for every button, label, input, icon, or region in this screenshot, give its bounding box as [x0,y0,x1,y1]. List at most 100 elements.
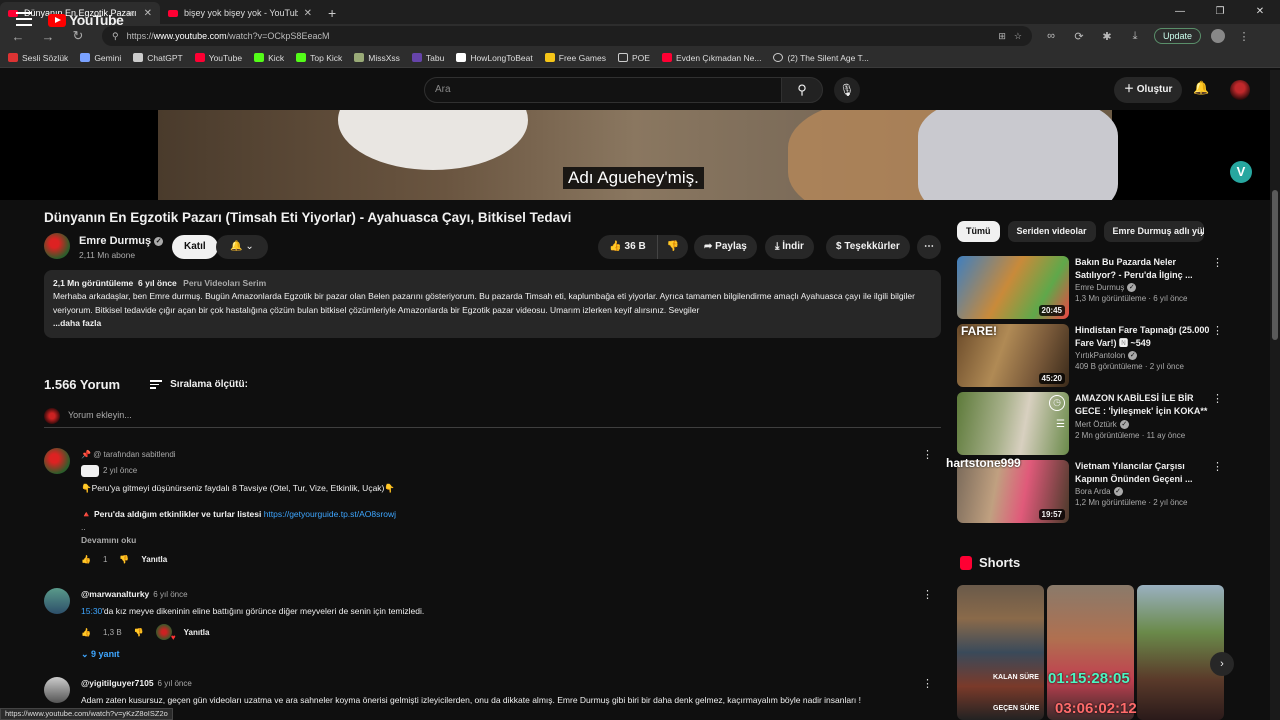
forward-icon[interactable]: → [38,29,58,44]
comment-menu-icon[interactable]: ⋮ [922,588,933,601]
recommended-video[interactable]: FARE! 45:20 Hindistan Fare Tapınağı (25.… [957,324,1227,388]
comment-menu-icon[interactable]: ⋮ [922,677,933,690]
sort-button[interactable]: Sıralama ölçütü: [150,378,248,391]
channel-name[interactable]: Emre Durmuş ✓ [1075,283,1210,292]
bookmark-item[interactable]: Sesli Sözlük [8,53,68,63]
chip-series[interactable]: Seriden videolar [1007,221,1096,242]
app-install-icon[interactable]: ⊞ [998,31,1006,42]
download-icon[interactable]: ⤓ [1126,30,1144,43]
comment-dislike-button[interactable]: 👎 [119,553,129,566]
recommended-video[interactable]: 20:45 Bakın Bu Pazarda Neler Satılıyor? … [957,256,1227,320]
channel-watermark-icon[interactable]: V [1230,161,1252,183]
star-icon[interactable]: ☆ [1014,31,1022,42]
comment-dislike-button[interactable]: 👎 [134,626,144,639]
short-thumbnail[interactable] [957,585,1044,720]
video-title[interactable]: Bakın Bu Pazarda Neler Satılıyor? - Peru… [1075,256,1210,281]
extension-glasses-icon[interactable]: ∞ [1042,30,1060,42]
minimize-icon[interactable]: — [1160,0,1200,24]
video-menu-icon[interactable]: ⋮ [1212,324,1223,337]
scrollbar-thumb[interactable] [1272,190,1278,340]
back-icon[interactable]: ← [8,29,28,44]
chevron-right-icon[interactable]: › [1200,226,1204,240]
microphone-icon[interactable]: 🎙 [834,77,860,103]
comment-author[interactable]: @marwanalturky [81,589,149,599]
video-thumbnail[interactable]: FARE! 45:20 [957,324,1069,387]
bookmark-item[interactable]: Tabu [411,53,444,63]
extension-puzzle-icon[interactable]: ✱ [1098,30,1116,43]
reply-button[interactable]: Yanıtla [141,553,167,566]
share-button[interactable]: ➦ Paylaş [694,235,757,259]
window-close-icon[interactable]: ✕ [1240,0,1280,24]
add-to-queue-icon[interactable]: ☰ [1056,419,1065,430]
avatar[interactable] [44,677,70,703]
channel-avatar[interactable] [44,233,70,259]
comment-like-button[interactable]: 👍 [81,626,91,639]
thanks-button[interactable]: $ Teşekkürler [826,235,910,259]
video-menu-icon[interactable]: ⋮ [1212,256,1223,269]
recommended-video[interactable]: ◷ ☰ AMAZON KABİLESİ İLE BİR GECE : 'İyil… [957,392,1227,456]
search-input[interactable]: Ara [424,77,782,103]
description-more[interactable]: ...daha fazla [53,317,932,330]
reply-button[interactable]: Yanıtla [184,626,210,639]
channel-name[interactable]: Mert Öztürk ✓ [1075,420,1210,429]
extension-refresh-icon[interactable]: ⟳ [1070,30,1088,43]
bookmark-item[interactable]: HowLongToBeat [456,53,533,63]
bookmark-item[interactable]: Kick [254,53,284,63]
dislike-button[interactable]: 👎 [658,235,688,259]
chip-all[interactable]: Tümü [957,221,1000,242]
maximize-icon[interactable]: ❐ [1200,0,1240,24]
video-thumbnail[interactable]: 20:45 [957,256,1069,319]
update-button[interactable]: Update [1154,28,1202,44]
timestamp-link[interactable]: 15:30 [81,606,102,616]
bookmark-item[interactable]: Evden Çıkmadan Ne... [661,53,761,63]
close-icon[interactable]: ✕ [144,8,152,19]
short-thumbnail[interactable] [1137,585,1224,720]
scrollbar[interactable] [1270,70,1280,720]
bookmark-item[interactable]: ChatGPT [133,53,183,63]
chip-channel[interactable]: Emre Durmuş adlı yük [1103,221,1204,242]
notifications-bell-icon[interactable]: 🔔 [1193,80,1209,96]
comment-like-button[interactable]: 👍 [81,553,91,566]
video-title[interactable]: AMAZON KABİLESİ İLE BİR GECE : 'İyileşme… [1075,392,1210,418]
more-actions-icon[interactable]: ⋯ [917,235,941,259]
browser-tab-2[interactable]: bişey yok bişey yok - YouTube ✕ [160,2,320,24]
profile-avatar[interactable] [1211,29,1226,43]
site-info-icon[interactable]: ⚲ [112,31,119,42]
channel-name[interactable]: Bora Arda ✓ [1075,487,1210,496]
watch-later-icon[interactable]: ◷ [1049,395,1065,411]
bookmark-item[interactable]: POE [618,53,650,63]
video-menu-icon[interactable]: ⋮ [1212,460,1223,473]
bookmark-item[interactable]: Gemini [80,53,121,63]
youtube-logo[interactable]: YouTube TR [48,12,134,28]
comment-author[interactable]: @yigitilguyer7105 [81,678,154,688]
download-button[interactable]: ⤓ İndir [765,235,814,259]
comment-menu-icon[interactable]: ⋮ [922,448,933,461]
like-button[interactable]: 👍 36 B [598,235,658,259]
join-button[interactable]: Katıl [172,235,218,259]
menu-dots-icon[interactable]: ⋮ [1235,30,1253,43]
close-icon[interactable]: ✕ [304,8,312,19]
view-replies-button[interactable]: ⌄ 9 yanıt [81,648,936,661]
channel-name[interactable]: YırtıkPantolon ✓ [1075,351,1210,360]
bookmark-item[interactable]: Free Games [544,53,606,63]
video-menu-icon[interactable]: ⋮ [1212,392,1223,405]
video-title[interactable]: Vietnam Yılancılar Çarşısı Kapının Önünd… [1075,460,1210,485]
reload-icon[interactable]: ↻ [68,28,88,44]
comment-link[interactable]: https://getyourguide.tp.st/AO8srowj [264,509,396,519]
search-icon[interactable]: ⚲ [781,77,823,103]
channel-name[interactable]: Emre Durmuş ✓ [79,235,164,247]
description-box[interactable]: 2,1 Mn görüntüleme 6 yıl önce Peru Video… [44,270,941,338]
account-avatar[interactable] [1230,80,1250,100]
menu-icon[interactable] [16,12,32,30]
new-tab-icon[interactable]: + [320,2,344,24]
avatar[interactable] [44,448,70,474]
video-title[interactable]: Hindistan Fare Tapınağı (25.000 Fare Var… [1075,324,1210,349]
url-field[interactable]: ⚲ https://www.youtube.com/watch?v=OCkpS8… [102,26,1032,46]
avatar[interactable] [44,588,70,614]
subscription-bell-button[interactable]: 🔔 ⌄ [216,235,268,259]
create-button[interactable]: ＋ Oluştur [1114,77,1183,103]
bookmark-item[interactable]: YouTube [194,53,242,63]
bookmark-item[interactable]: Top Kick [296,53,342,63]
bookmark-item[interactable]: MissXss [354,53,400,63]
playlist-tag[interactable]: Peru Videoları Serim [183,278,266,288]
